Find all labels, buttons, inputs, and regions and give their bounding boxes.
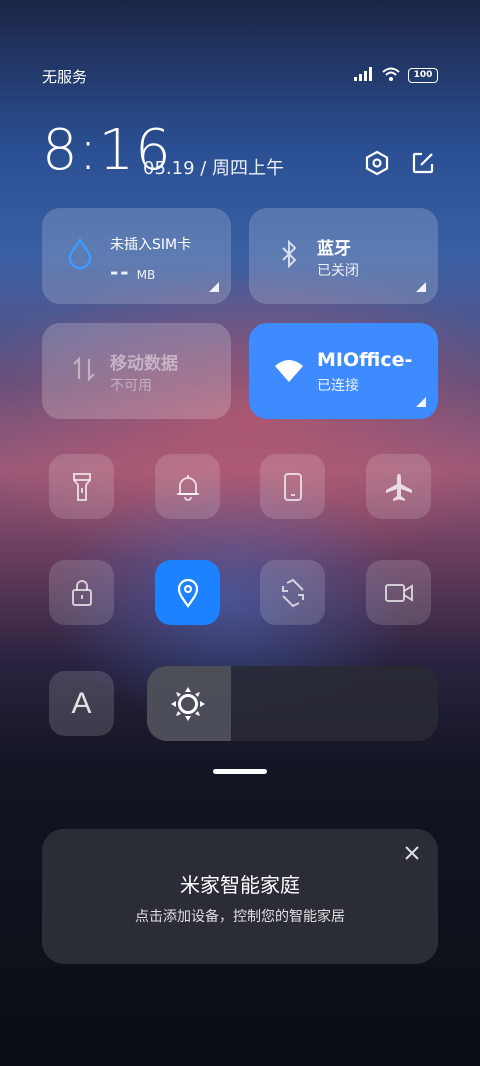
phone-icon [283, 472, 302, 501]
mijia-card[interactable]: 米家智能家庭 点击添加设备，控制您的智能家居 [42, 829, 438, 964]
video-icon [384, 583, 413, 602]
screen-lock-toggle[interactable] [49, 560, 114, 625]
edit-button[interactable] [408, 148, 438, 178]
ring-toggle[interactable] [155, 454, 220, 519]
font-size-toggle[interactable]: A [49, 671, 114, 736]
expand-corner [209, 282, 219, 292]
mobile-data-tile[interactable]: 移动数据 不可用 [42, 323, 231, 419]
sim-title: 未插入SIM卡 [110, 237, 192, 253]
location-toggle[interactable] [155, 560, 220, 625]
flashlight-toggle[interactable] [49, 454, 114, 519]
sim-usage-unit: MB [136, 268, 156, 282]
gear-icon [365, 150, 389, 176]
vibrate-toggle[interactable] [260, 454, 325, 519]
flashlight-icon [72, 472, 91, 501]
rotate-icon [281, 578, 304, 607]
wifi-icon [273, 355, 305, 387]
wifi-ssid: MIOffice- [317, 349, 413, 371]
airplane-toggle[interactable] [366, 454, 431, 519]
wifi-status: 已连接 [317, 378, 359, 394]
close-icon [405, 846, 419, 860]
close-button[interactable] [400, 841, 424, 865]
mobile-data-title: 移动数据 [110, 354, 178, 374]
wifi-status-icon [382, 66, 400, 85]
bluetooth-title: 蓝牙 [317, 239, 351, 259]
mobile-data-status: 不可用 [110, 378, 152, 394]
status-icons: 100 [354, 66, 438, 85]
data-transfer-icon [68, 353, 100, 385]
font-label: A [71, 686, 92, 720]
expand-corner [416, 282, 426, 292]
mijia-title: 米家智能家庭 [180, 873, 300, 897]
water-drop-icon [64, 238, 96, 270]
sim-usage: -- MB [110, 260, 155, 284]
carrier-status: 无服务 [42, 68, 88, 86]
screen-record-toggle[interactable] [366, 560, 431, 625]
bluetooth-icon [273, 238, 305, 270]
bluetooth-tile[interactable]: 蓝牙 已关闭 [249, 208, 438, 304]
battery-icon: 100 [408, 68, 438, 83]
airplane-icon [385, 473, 412, 501]
signal-icon [354, 66, 374, 85]
auto-rotate-toggle[interactable] [260, 560, 325, 625]
bell-icon [176, 474, 199, 501]
sun-icon [169, 685, 207, 723]
lock-icon [71, 579, 92, 606]
date-label: 05.19 / 周四上午 [143, 158, 285, 179]
mijia-subtitle: 点击添加设备，控制您的智能家居 [135, 909, 345, 925]
location-icon [177, 578, 198, 608]
sim-tile[interactable]: 未插入SIM卡 -- MB [42, 208, 231, 304]
sim-usage-value: -- [110, 260, 131, 284]
brightness-slider[interactable] [147, 666, 438, 741]
bluetooth-status: 已关闭 [317, 263, 359, 279]
settings-button[interactable] [362, 148, 392, 178]
edit-icon [412, 152, 434, 174]
expand-corner [416, 397, 426, 407]
wifi-tile[interactable]: MIOffice- 已连接 [249, 323, 438, 419]
panel-handle[interactable] [213, 769, 267, 774]
